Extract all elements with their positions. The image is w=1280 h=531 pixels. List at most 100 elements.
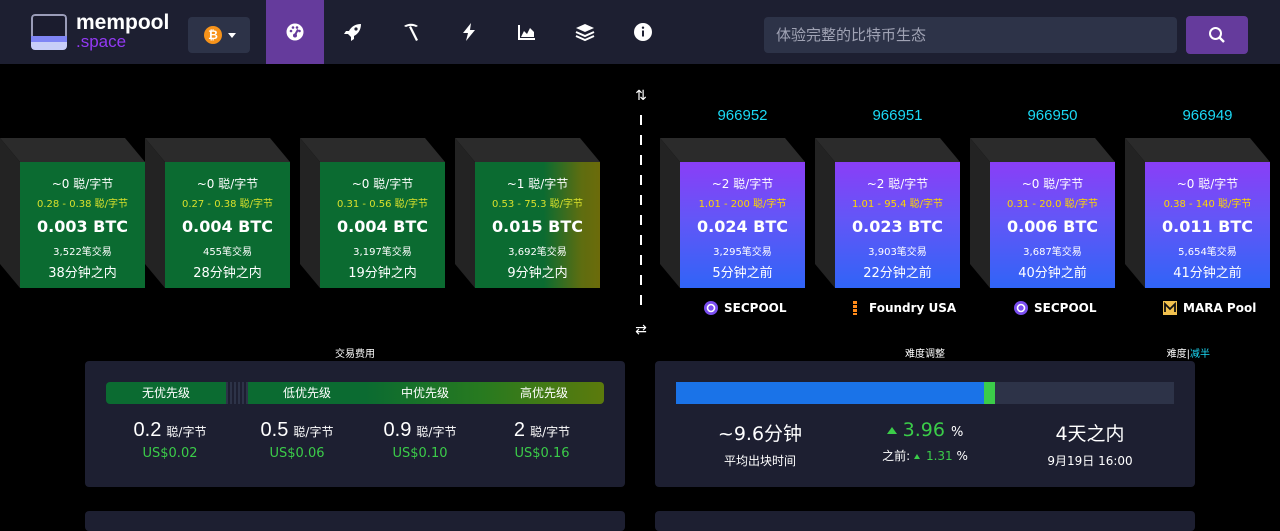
fee-label-none: 无优先级 <box>106 382 226 404</box>
mempool-block[interactable]: ~1 聪/字节 0.53 - 75.3 聪/字节 0.015 BTC 3,692… <box>455 138 600 288</box>
fee-usd: US$0.06 <box>269 446 325 461</box>
fee-label-high: 高优先级 <box>484 382 604 404</box>
arrow-up-icon <box>913 454 920 459</box>
fees-card: 无优先级 低优先级 中优先级 高优先级 0.2 聪/字节 US$0.02 0.5… <box>85 361 625 487</box>
pool-name: SECPOOL <box>724 301 787 315</box>
block-height-link[interactable]: 966951 <box>815 107 960 124</box>
nav-blocks[interactable] <box>556 0 614 64</box>
mempool-block[interactable]: ~0 聪/字节 0.31 - 0.56 聪/字节 0.004 BTC 3,197… <box>300 138 445 288</box>
difficulty-halving-toggle[interactable]: 难度|减半 <box>1120 345 1210 360</box>
block-tx-count: 3,197笔交易 <box>353 247 412 258</box>
block-total-fees: 0.006 BTC <box>1006 217 1099 236</box>
block-age: 41分钟之前 <box>1173 266 1242 281</box>
block-height-link[interactable]: 966950 <box>970 107 1115 124</box>
block-median-fee: ~0 聪/字节 <box>1021 177 1084 191</box>
difficulty-eta-value: 4天之内 <box>1055 423 1125 445</box>
mined-block[interactable]: ~2 聪/字节 1.01 - 95.4 聪/字节 0.023 BTC 3,903… <box>815 138 960 288</box>
pickaxe-icon <box>404 23 418 41</box>
block-eta: 9分钟之内 <box>507 266 568 281</box>
dashboard-icon <box>286 23 304 41</box>
block-fee-range: 0.31 - 20.0 聪/字节 <box>1006 199 1099 210</box>
block-total-fees: 0.023 BTC <box>851 217 944 236</box>
block-tx-count: 455笔交易 <box>202 247 253 258</box>
block-height-link[interactable]: 966952 <box>660 107 805 124</box>
mempool-block[interactable]: ~0 聪/字节 0.27 - 0.38 聪/字节 0.004 BTC 455笔交… <box>145 138 290 288</box>
secpool-logo-icon <box>1014 301 1028 315</box>
swap-vertical-icon[interactable]: ⇅ <box>633 88 649 104</box>
mined-block[interactable]: ~2 聪/字节 1.01 - 200 聪/字节 0.024 BTC 3,295笔… <box>660 138 805 288</box>
pool-link[interactable]: SECPOOL <box>1014 299 1097 317</box>
block-fee-range: 1.01 - 200 聪/字节 <box>698 199 787 210</box>
block-total-fees: 0.011 BTC <box>1161 217 1254 236</box>
search-icon <box>1209 27 1225 43</box>
chart-icon <box>518 25 535 40</box>
block-total-fees: 0.015 BTC <box>491 217 584 236</box>
fee-high: 2 聪/字节 US$0.16 <box>482 419 602 461</box>
swap-horizontal-icon[interactable]: ⇄ <box>633 322 649 338</box>
fee-usd: US$0.16 <box>514 446 570 461</box>
previous-change-unit: % <box>956 449 968 463</box>
nav-graphs[interactable] <box>498 0 556 64</box>
block-total-fees: 0.024 BTC <box>696 217 789 236</box>
block-total-fees: 0.003 BTC <box>36 217 129 236</box>
avg-block-time: ~9.6分钟 平均出块时间 <box>695 419 825 469</box>
pool-link[interactable]: SECPOOL <box>704 299 787 317</box>
nav-accelerator[interactable] <box>324 0 382 64</box>
avg-block-time-value: ~9.6分钟 <box>717 423 803 445</box>
mempool-logo-icon[interactable] <box>31 14 67 50</box>
layers-icon <box>575 24 595 42</box>
lightning-icon <box>463 23 475 41</box>
search-button[interactable] <box>1186 16 1248 54</box>
fees-card-title: 交易费用 <box>335 349 375 360</box>
block-eta: 19分钟之内 <box>348 266 417 281</box>
fee-none: 0.2 聪/字节 US$0.02 <box>110 419 230 461</box>
nav-dashboard[interactable] <box>266 0 324 64</box>
avg-block-time-label: 平均出块时间 <box>723 454 796 468</box>
block-tx-count: 3,295笔交易 <box>713 247 772 258</box>
previous-change-value: 1.31 <box>925 449 953 463</box>
block-height-link[interactable]: 966949 <box>1125 107 1270 124</box>
block-fee-range: 0.27 - 0.38 聪/字节 <box>181 199 274 210</box>
fee-value: 2 <box>513 419 525 441</box>
mempool-block[interactable]: ~0 聪/字节 0.28 - 0.38 聪/字节 0.003 BTC 3,522… <box>0 138 145 288</box>
fee-unit: 聪/字节 <box>530 425 571 439</box>
bottom-card-left <box>85 511 625 531</box>
pool-link[interactable]: MARA Pool <box>1163 299 1256 317</box>
rocket-icon <box>344 24 361 41</box>
difficulty-change-value: 3.96 <box>902 419 945 441</box>
fee-unit: 聪/字节 <box>416 425 457 439</box>
bitcoin-icon: ₿ <box>204 26 222 44</box>
mined-block[interactable]: ~0 聪/字节 0.31 - 20.0 聪/字节 0.006 BTC 3,687… <box>970 138 1115 288</box>
fee-medium: 0.9 聪/字节 US$0.10 <box>360 419 480 461</box>
fee-unit: 聪/字节 <box>166 425 207 439</box>
toggle-difficulty[interactable]: 难度 <box>1167 349 1187 360</box>
pool-name: Foundry USA <box>869 301 957 315</box>
nav-mining[interactable] <box>382 0 440 64</box>
brand-domain[interactable]: .space <box>76 32 126 52</box>
block-fee-range: 0.31 - 0.56 聪/字节 <box>336 199 429 210</box>
block-median-fee: ~0 聪/字节 <box>51 177 114 191</box>
fee-priority-bar: 无优先级 低优先级 中优先级 高优先级 <box>106 382 604 404</box>
nav-about[interactable] <box>614 0 672 64</box>
search-input[interactable] <box>764 17 1177 53</box>
fee-label-low: 低优先级 <box>248 382 366 404</box>
fee-value: 0.9 <box>383 419 412 441</box>
block-tx-count: 3,522笔交易 <box>53 247 112 258</box>
difficulty-progress-bar <box>676 382 1174 404</box>
toggle-halving[interactable]: 减半 <box>1190 349 1210 360</box>
fee-gap <box>226 382 248 404</box>
pool-link[interactable]: Foundry USA <box>849 299 956 317</box>
block-age: 40分钟之前 <box>1018 266 1087 281</box>
block-fee-range: 1.01 - 95.4 聪/字节 <box>851 199 944 210</box>
difficulty-card-title: 难度调整 <box>905 349 945 360</box>
mara-logo-icon <box>1163 301 1177 315</box>
block-median-fee: ~0 聪/字节 <box>196 177 259 191</box>
block-median-fee: ~0 聪/字节 <box>351 177 414 191</box>
block-tx-count: 5,654笔交易 <box>1178 247 1237 258</box>
fee-unit: 聪/字节 <box>293 425 334 439</box>
nav-lightning[interactable] <box>440 0 498 64</box>
mined-block[interactable]: ~0 聪/字节 0.38 - 140 聪/字节 0.011 BTC 5,654笔… <box>1125 138 1270 288</box>
bottom-card-right <box>655 511 1195 531</box>
network-selector-button[interactable]: ₿ <box>188 17 250 53</box>
arrow-up-icon <box>886 427 897 434</box>
